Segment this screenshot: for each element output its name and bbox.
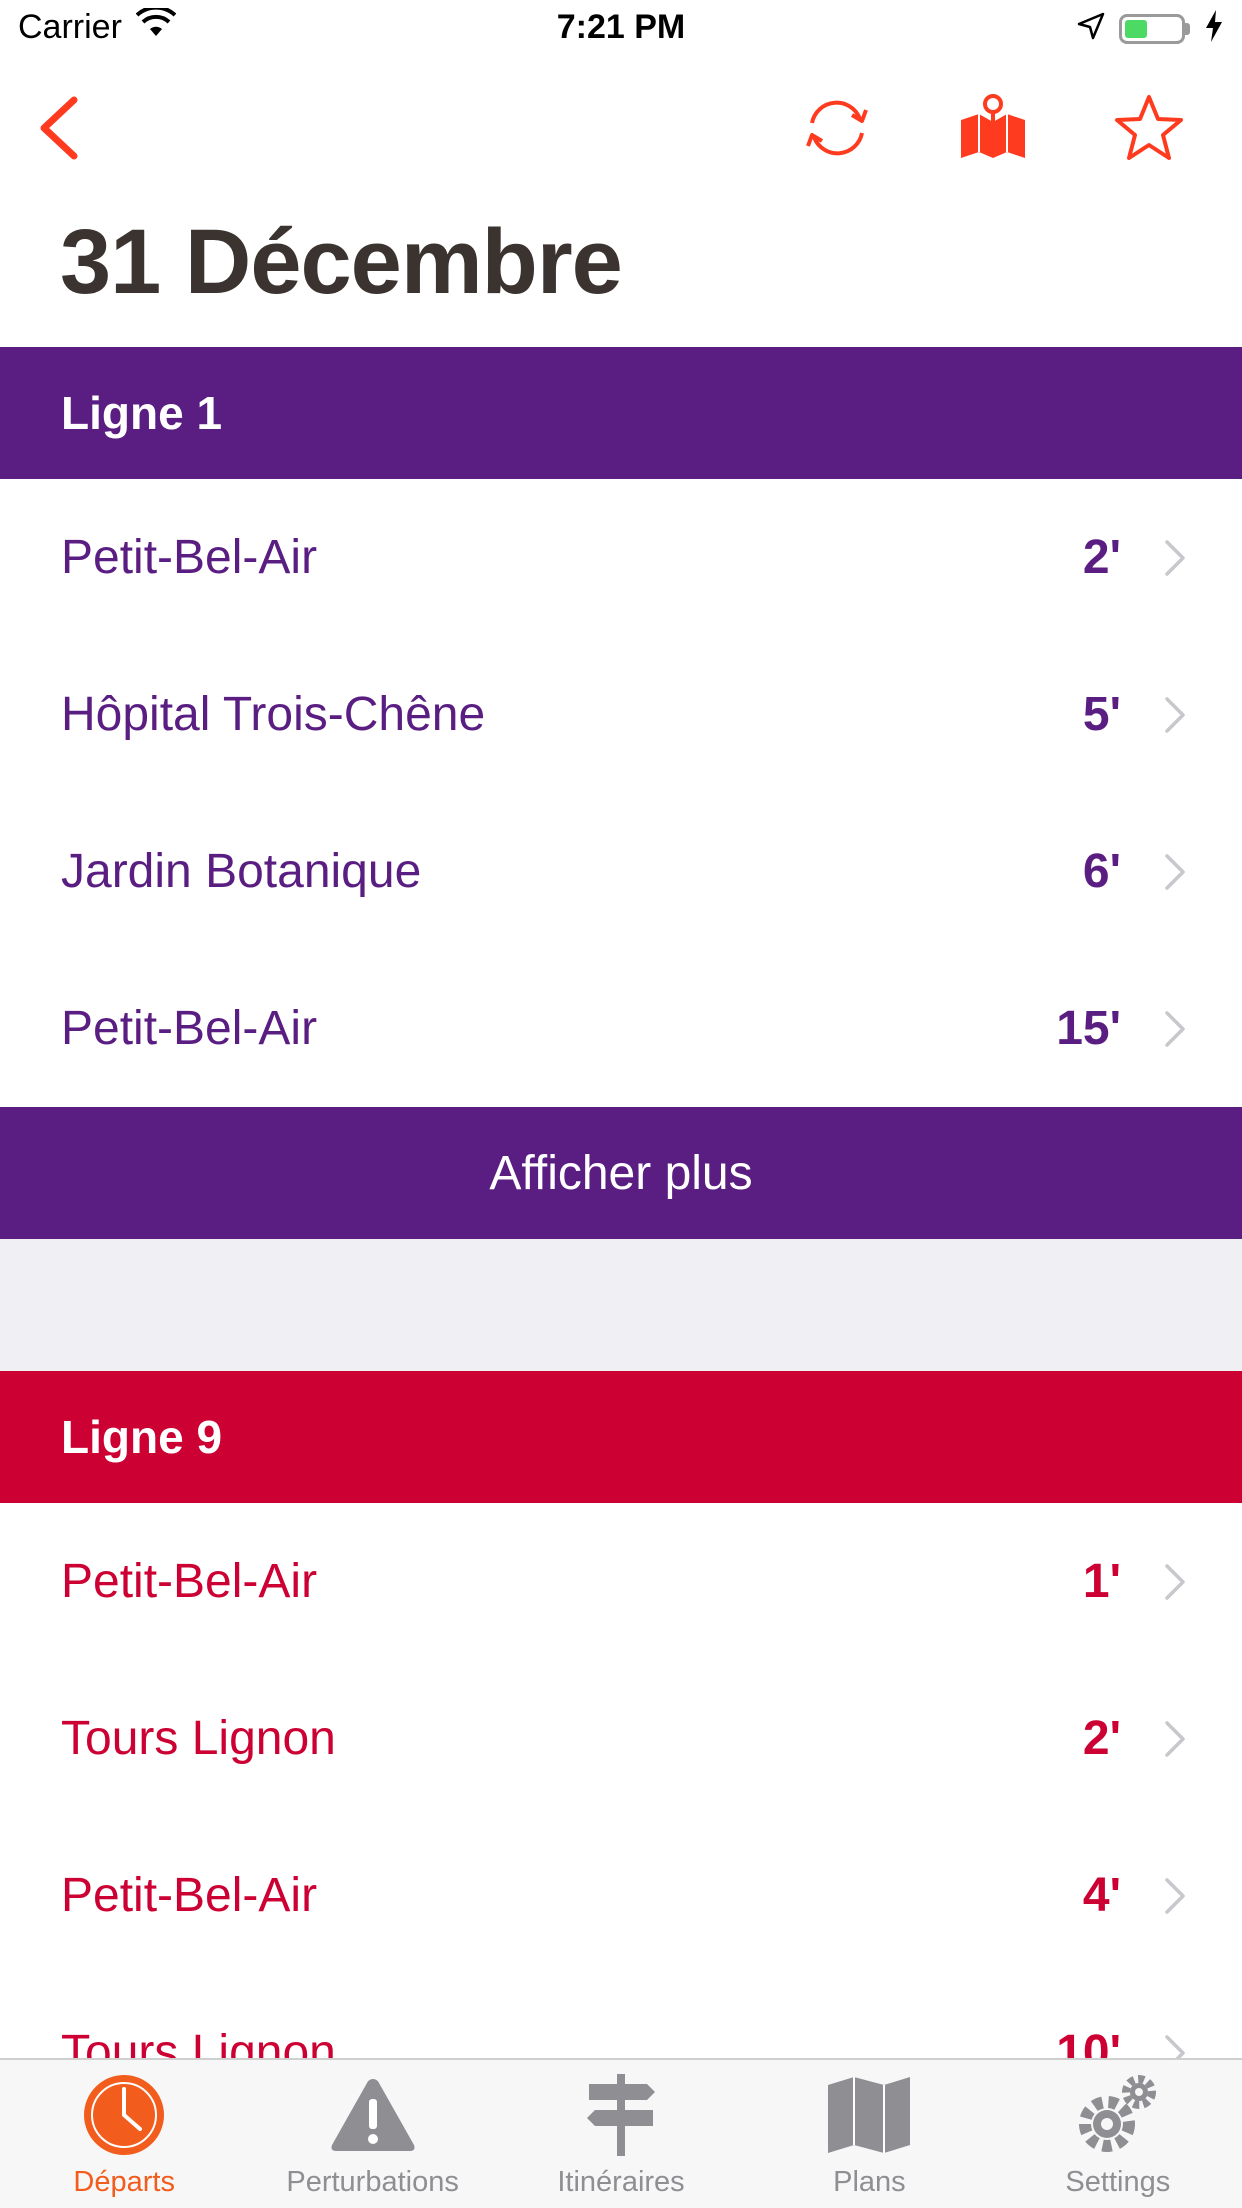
- tab-label: Settings: [1065, 2166, 1171, 2198]
- departure-row[interactable]: Petit-Bel-Air 4': [0, 1817, 1242, 1974]
- departure-time: 2': [1082, 531, 1121, 584]
- page-title: 31 Décembre: [60, 211, 623, 313]
- battery-fill: [1125, 19, 1147, 38]
- tab-bar: Départs Perturbations Itinéraires Plans …: [0, 2058, 1242, 2208]
- departure-destination: Petit-Bel-Air: [61, 1002, 318, 1055]
- tab-label: Itinéraires: [557, 2166, 685, 2198]
- line-header: Ligne 9: [0, 1371, 1242, 1503]
- departure-row[interactable]: Tours Lignon 10': [0, 1974, 1242, 2060]
- tab-label: Départs: [73, 2166, 175, 2198]
- departure-row[interactable]: Hôpital Trois-Chêne 5': [0, 636, 1242, 793]
- battery-icon: [1119, 13, 1185, 44]
- departure-row[interactable]: Petit-Bel-Air 2': [0, 479, 1242, 636]
- departures-list[interactable]: Ligne 1 Petit-Bel-Air 2' Hôpital Trois-C…: [0, 347, 1242, 2060]
- departure-row[interactable]: Petit-Bel-Air 1': [0, 1503, 1242, 1660]
- departure-row[interactable]: Petit-Bel-Air 15': [0, 950, 1242, 1107]
- status-right: [1077, 10, 1224, 47]
- refresh-button[interactable]: [797, 90, 877, 170]
- departure-time: 6': [1082, 845, 1121, 898]
- line-section: Ligne 1 Petit-Bel-Air 2' Hôpital Trois-C…: [0, 347, 1242, 1239]
- departure-destination: Petit-Bel-Air: [61, 1869, 318, 1922]
- chevron-right-icon: [1163, 2033, 1187, 2060]
- navigation-bar: [0, 62, 1242, 192]
- map-pin-icon: [957, 92, 1029, 169]
- tab-departs[interactable]: Départs: [0, 2060, 248, 2208]
- section-spacer: [0, 1239, 1242, 1371]
- chevron-right-icon: [1163, 1009, 1187, 1049]
- tab-settings[interactable]: Settings: [994, 2060, 1242, 2208]
- signpost-icon: [576, 2070, 666, 2160]
- status-time: 7:21 PM: [556, 8, 686, 46]
- charging-bolt-icon: [1204, 10, 1224, 47]
- chevron-left-icon: [36, 96, 80, 165]
- departure-destination: Hôpital Trois-Chêne: [61, 688, 486, 741]
- tab-plans[interactable]: Plans: [745, 2060, 993, 2208]
- gears-icon: [1073, 2070, 1163, 2160]
- show-more-button[interactable]: Afficher plus: [0, 1107, 1242, 1239]
- line-section: Ligne 9 Petit-Bel-Air 1' Tours Lignon 2'…: [0, 1371, 1242, 2060]
- battery-indicator: [1119, 13, 1190, 44]
- chevron-right-icon: [1163, 538, 1187, 578]
- departure-time: 15': [1056, 1002, 1121, 1055]
- departure-destination: Tours Lignon: [61, 2026, 336, 2060]
- departure-row[interactable]: Tours Lignon 2': [0, 1660, 1242, 1817]
- departure-destination: Petit-Bel-Air: [61, 1555, 318, 1608]
- warning-icon: [328, 2070, 418, 2160]
- favorite-button[interactable]: [1109, 90, 1189, 170]
- departure-row[interactable]: Jardin Botanique 6': [0, 793, 1242, 950]
- tab-itineraires[interactable]: Itinéraires: [497, 2060, 745, 2208]
- chevron-right-icon: [1163, 695, 1187, 735]
- chevron-right-icon: [1163, 1719, 1187, 1759]
- departure-destination: Petit-Bel-Air: [61, 531, 318, 584]
- departure-time: 5': [1082, 688, 1121, 741]
- refresh-icon: [802, 93, 872, 168]
- map-button[interactable]: [953, 90, 1033, 170]
- tab-perturbations[interactable]: Perturbations: [248, 2060, 496, 2208]
- back-button[interactable]: [18, 90, 98, 170]
- battery-tip: [1185, 22, 1190, 35]
- clock-icon: [79, 2070, 169, 2160]
- departure-time: 4': [1082, 1869, 1121, 1922]
- chevron-right-icon: [1163, 852, 1187, 892]
- status-bar: Carrier 7:21 PM: [0, 0, 1242, 62]
- chevron-right-icon: [1163, 1876, 1187, 1916]
- line-header: Ligne 1: [0, 347, 1242, 479]
- departure-time: 1': [1082, 1555, 1121, 1608]
- departure-time: 2': [1082, 1712, 1121, 1765]
- location-arrow-icon: [1077, 12, 1105, 45]
- tab-label: Plans: [833, 2166, 906, 2198]
- departure-destination: Jardin Botanique: [61, 845, 422, 898]
- map-icon: [824, 2070, 914, 2160]
- star-icon: [1114, 93, 1184, 168]
- departure-time: 10': [1056, 2026, 1121, 2060]
- departure-destination: Tours Lignon: [61, 1712, 336, 1765]
- chevron-right-icon: [1163, 1562, 1187, 1602]
- tab-label: Perturbations: [286, 2166, 459, 2198]
